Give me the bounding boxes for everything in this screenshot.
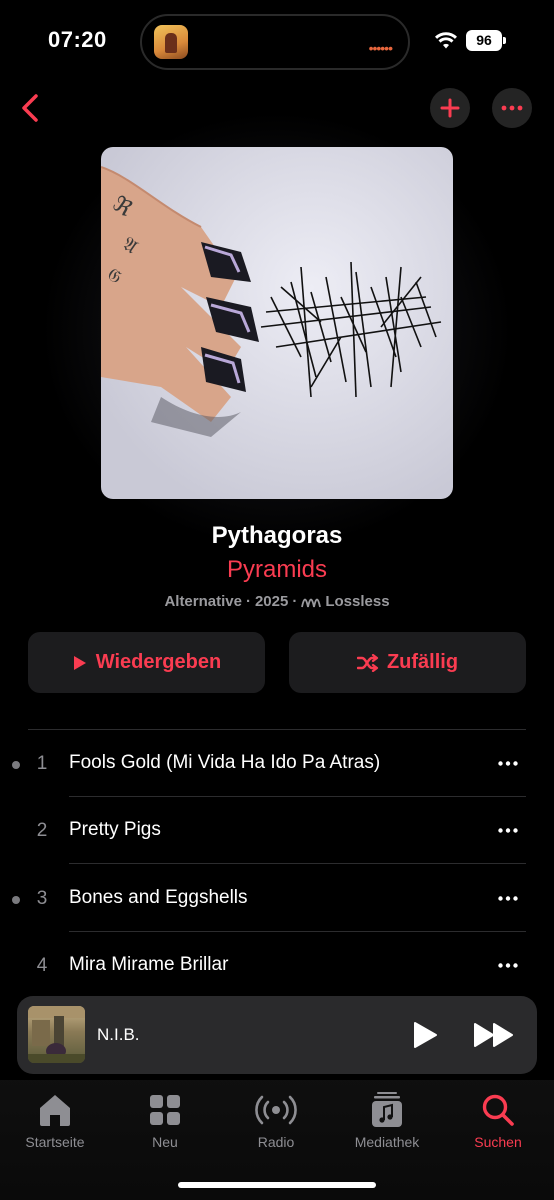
dynamic-island[interactable]: •••••• — [140, 14, 410, 70]
library-icon — [372, 1092, 402, 1127]
status-bar: 07:20 •••••• 96 — [0, 0, 554, 80]
track-row[interactable]: 2 Pretty Pigs — [0, 797, 554, 864]
track-row[interactable]: 3 Bones and Eggshells — [0, 865, 554, 932]
home-icon — [40, 1095, 70, 1126]
now-playing-thumbnail — [154, 25, 188, 59]
track-more-button[interactable] — [488, 950, 528, 980]
album-quality: Lossless — [325, 593, 390, 610]
track-number: 4 — [36, 955, 48, 976]
album-title: Pythagoras — [211, 522, 343, 549]
new-indicator-dot — [12, 761, 20, 769]
ellipsis-icon — [498, 895, 518, 901]
track-title: Mira Mirame Brillar — [69, 954, 229, 975]
tab-library[interactable]: Mediathek — [337, 1092, 437, 1156]
tab-new[interactable]: Neu — [115, 1092, 215, 1156]
mini-play-button[interactable] — [405, 1016, 445, 1054]
track-row[interactable]: 4 Mira Mirame Brillar — [0, 932, 554, 999]
tab-label: Mediathek — [354, 1134, 420, 1150]
tab-label: Startseite — [25, 1134, 85, 1150]
tab-label: Neu — [152, 1134, 178, 1150]
ellipsis-icon — [498, 827, 518, 833]
chevron-left-icon — [22, 94, 38, 122]
meta-separator: · — [245, 593, 251, 610]
fast-forward-icon — [474, 1023, 513, 1047]
track-more-button[interactable] — [488, 748, 528, 778]
tab-search[interactable]: Suchen — [448, 1092, 548, 1156]
album-year: 2025 — [254, 593, 289, 610]
album-artwork: ℜ 𝔄 𝔊 — [101, 147, 453, 499]
album-meta: Alternative · 2025 · Lossless — [0, 593, 554, 610]
mini-player-title: N.I.B. — [97, 1025, 140, 1044]
search-icon — [482, 1094, 514, 1126]
shuffle-button-label: Zufällig — [386, 651, 459, 673]
album-artwork-illustration: ℜ 𝔄 𝔊 — [101, 166, 442, 437]
grid-icon — [150, 1095, 180, 1125]
track-title: Fools Gold (Mi Vida Ha Ido Pa Atras) — [69, 752, 381, 773]
battery-icon: 96 — [466, 30, 506, 51]
artist-link[interactable]: Pyramids — [0, 556, 554, 584]
ellipsis-icon — [498, 962, 518, 968]
tab-home[interactable]: Startseite — [5, 1092, 105, 1156]
waveform-icon: •••••• — [368, 40, 393, 56]
wifi-icon — [435, 32, 457, 49]
tab-label: Suchen — [474, 1134, 522, 1150]
shuffle-icon — [356, 653, 379, 672]
play-icon — [73, 655, 86, 670]
shuffle-button[interactable]: Zufällig — [289, 632, 526, 693]
track-separator — [69, 863, 526, 864]
new-indicator-dot — [12, 896, 20, 904]
play-button[interactable]: Wiedergeben — [28, 632, 265, 693]
next-track-button[interactable] — [469, 1016, 519, 1054]
mini-player-artwork — [28, 1006, 85, 1063]
track-title: Bones and Eggshells — [69, 887, 248, 908]
track-number: 1 — [36, 753, 48, 774]
play-button-label: Wiedergeben — [95, 651, 222, 673]
status-time: 07:20 — [48, 27, 107, 52]
play-icon — [414, 1022, 437, 1048]
mini-player[interactable]: N.I.B. — [17, 996, 537, 1074]
track-more-button[interactable] — [488, 815, 528, 845]
lossless-icon — [301, 598, 322, 607]
home-indicator[interactable] — [178, 1182, 376, 1188]
ellipsis-icon — [498, 760, 518, 766]
tab-label: Radio — [257, 1134, 295, 1150]
track-row[interactable]: 1 Fools Gold (Mi Vida Ha Ido Pa Atras) — [0, 730, 554, 797]
track-number: 2 — [36, 820, 48, 841]
tab-radio[interactable]: Radio — [226, 1092, 326, 1156]
track-number: 3 — [36, 888, 48, 909]
album-genre: Alternative — [164, 593, 242, 610]
track-title: Pretty Pigs — [69, 819, 161, 840]
meta-separator: · — [292, 593, 298, 610]
radio-icon — [255, 1095, 297, 1125]
track-more-button[interactable] — [488, 883, 528, 913]
